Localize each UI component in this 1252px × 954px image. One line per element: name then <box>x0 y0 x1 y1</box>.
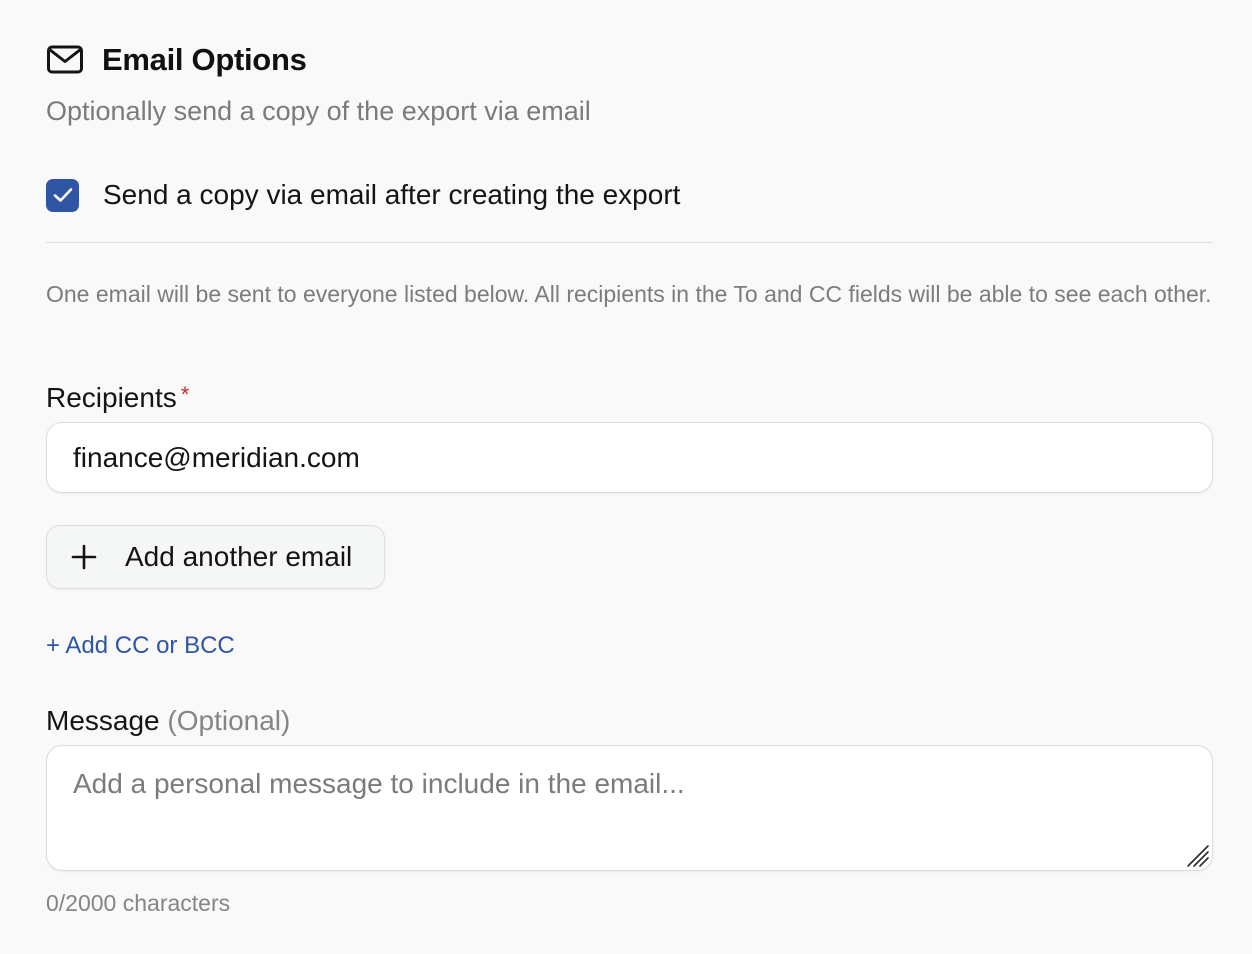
section-header: Email Options <box>46 40 307 80</box>
add-another-email-label: Add another email <box>125 541 353 572</box>
check-icon <box>53 188 72 202</box>
divider <box>46 242 1213 243</box>
message-label-text: Message <box>46 705 160 736</box>
section-subtitle: Optionally send a copy of the export via… <box>46 96 591 126</box>
send-copy-label: Send a copy via email after creating the… <box>103 179 681 210</box>
send-copy-checkbox-row[interactable]: Send a copy via email after creating the… <box>46 178 680 212</box>
message-textarea-wrap <box>46 745 1213 871</box>
message-optional-text: (Optional) <box>167 705 291 736</box>
message-label: Message (Optional) <box>46 705 290 737</box>
add-another-email-button[interactable]: Add another email <box>46 525 385 589</box>
section-title: Email Options <box>102 42 307 77</box>
message-textarea[interactable] <box>47 746 1212 870</box>
recipients-label-text: Recipients <box>46 382 177 413</box>
mail-icon <box>46 44 84 76</box>
recipients-notice: One email will be sent to everyone liste… <box>46 281 1212 307</box>
resize-handle-icon[interactable] <box>1182 840 1210 868</box>
email-options-panel: Email Options Optionally send a copy of … <box>46 0 1213 954</box>
plus-icon <box>71 544 97 570</box>
send-copy-checkbox[interactable] <box>46 178 79 212</box>
recipients-label: Recipients * <box>46 382 189 414</box>
add-cc-bcc-link[interactable]: + Add CC or BCC <box>46 632 235 660</box>
recipient-email-input[interactable] <box>46 422 1213 493</box>
message-char-count: 0/2000 characters <box>46 890 231 916</box>
required-mark: * <box>180 382 190 407</box>
